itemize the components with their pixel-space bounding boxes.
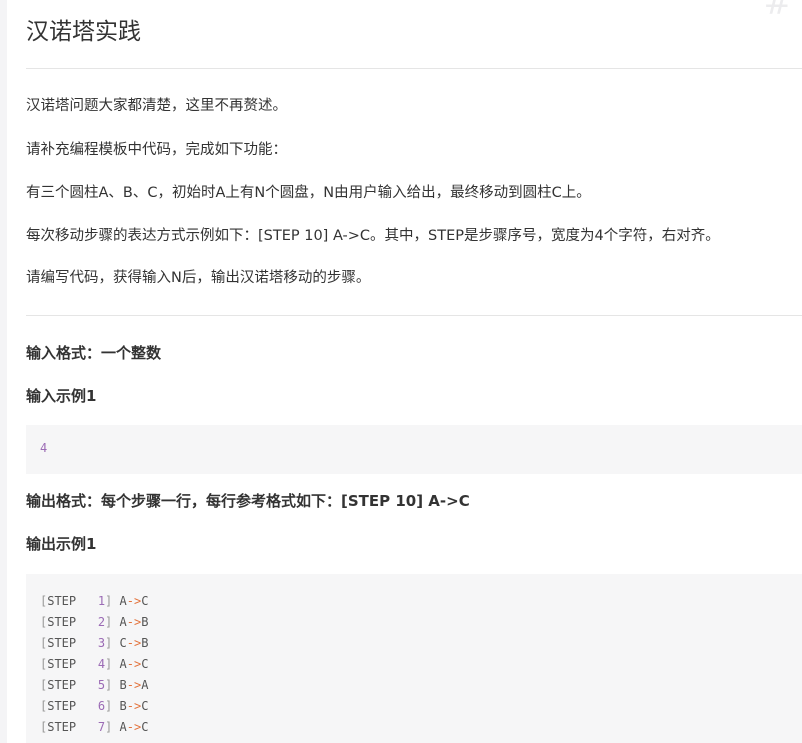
intro-paragraph-5: 请编写代码，获得输入N后，输出汉诺塔移动的步骤。 <box>26 270 371 286</box>
input-example-heading: 输入示例1 <box>26 387 97 405</box>
section-divider <box>26 315 802 316</box>
page-title: 汉诺塔实践 <box>26 19 141 45</box>
code-line: [STEP 1] A->C <box>40 594 149 608</box>
anchor-hash-icon: # <box>763 0 793 23</box>
code-line: [STEP 3] C->B <box>40 636 149 650</box>
code-line: [STEP 2] A->B <box>40 615 149 629</box>
input-example-value: 4 <box>40 441 48 455</box>
input-format-heading: 输入格式：一个整数 <box>26 344 162 362</box>
code-line: [STEP 6] B->C <box>40 699 149 713</box>
intro-paragraph-3: 有三个圆柱A、B、C，初始时A上有N个圆盘，N由用户输入给出，最终移动到圆柱C上… <box>26 185 591 201</box>
input-example-code: 4 <box>26 425 802 474</box>
title-divider <box>26 68 802 69</box>
left-border <box>0 0 7 743</box>
intro-paragraph-4: 每次移动步骤的表达方式示例如下：[STEP 10] A->C。其中，STEP是步… <box>26 228 720 244</box>
code-line: [STEP 4] A->C <box>40 657 149 671</box>
intro-paragraph-1: 汉诺塔问题大家都清楚，这里不再赘述。 <box>26 98 287 114</box>
code-line: [STEP 5] B->A <box>40 678 149 692</box>
output-format-heading: 输出格式：每个步骤一行，每行参考格式如下：[STEP 10] A->C <box>26 492 470 510</box>
intro-paragraph-2: 请补充编程模板中代码，完成如下功能： <box>26 142 287 158</box>
code-line: [STEP 7] A->C <box>40 720 149 734</box>
output-example-code: [STEP 1] A->C [STEP 2] A->B [STEP 3] C->… <box>26 574 802 743</box>
output-example-heading: 输出示例1 <box>26 535 97 553</box>
